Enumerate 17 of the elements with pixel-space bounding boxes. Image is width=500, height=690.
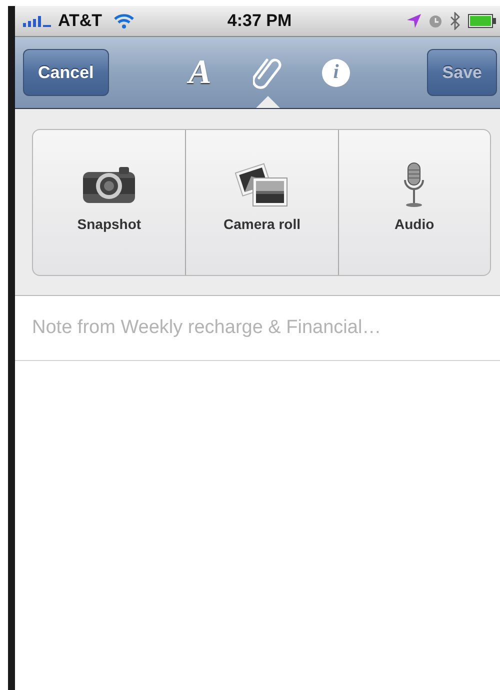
text-format-tab[interactable]: A	[180, 37, 220, 108]
attach-option[interactable]: Snapshot	[33, 130, 186, 275]
bluetooth-icon	[450, 12, 460, 30]
signal-icon	[23, 15, 53, 27]
location-arrow-icon	[407, 14, 422, 28]
attach-option[interactable]: Audio	[338, 130, 490, 275]
cancel-button[interactable]: Cancel	[23, 49, 109, 96]
paperclip-icon	[253, 56, 284, 90]
photos-icon	[234, 162, 289, 208]
attach-option[interactable]: Camera roll	[185, 130, 338, 275]
wifi-icon	[113, 13, 136, 29]
battery-icon	[468, 14, 496, 28]
alarm-clock-icon	[429, 14, 442, 28]
microphone-icon	[402, 162, 426, 208]
clock-time: 4:37 PM	[226, 11, 293, 31]
info-tab[interactable]: i	[316, 37, 356, 108]
carrier-name: AT&T	[58, 11, 102, 31]
